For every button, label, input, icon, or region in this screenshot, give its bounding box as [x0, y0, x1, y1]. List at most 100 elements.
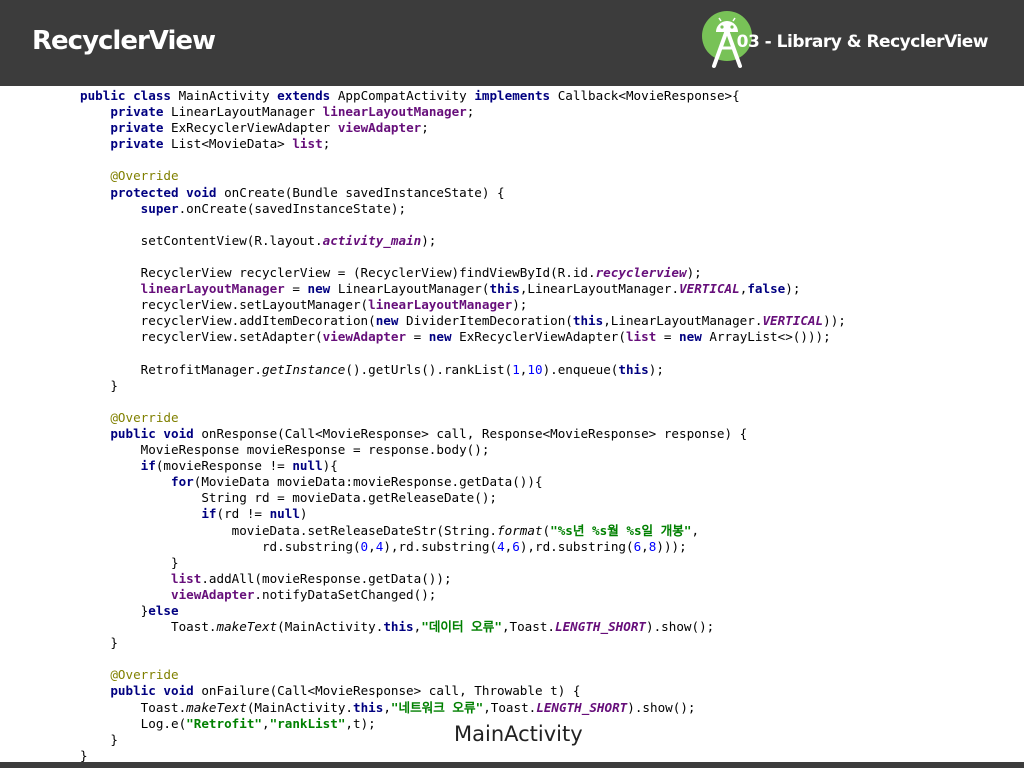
- code-line: linearLayoutManager = new LinearLayoutMa…: [80, 281, 846, 297]
- code-token: ,: [641, 538, 649, 554]
- code-line: recyclerView.setAdapter(viewAdapter = ne…: [80, 329, 846, 345]
- code-token: rd.substring(: [80, 538, 361, 554]
- section-label: 03 - Library & RecyclerView: [736, 32, 989, 52]
- code-token: public class: [80, 88, 179, 103]
- bottom-bar: [0, 762, 1024, 768]
- code-token: if: [201, 506, 217, 522]
- code-token: LENGTH_SHORT: [555, 619, 647, 635]
- code-line: @Override: [80, 168, 846, 184]
- code-token: viewAdapter: [322, 329, 407, 345]
- code-token: ().getUrls().rankList(: [345, 361, 513, 377]
- code-token: onFailure(Call<MovieResponse> call, Thro…: [201, 683, 581, 699]
- code-token: ),rd.substring(: [383, 538, 498, 554]
- code-block: public class MainActivity extends AppCom…: [80, 88, 846, 764]
- code-token: viewAdapter: [171, 586, 255, 602]
- code-token: RecyclerView recyclerView = (RecyclerVie…: [80, 265, 596, 281]
- code-token: Toast.: [80, 619, 217, 635]
- code-line: Toast.makeText(MainActivity.this,"네트워크 오…: [80, 700, 846, 716]
- code-token: ){: [322, 458, 338, 474]
- code-line: public void onFailure(Call<MovieResponse…: [80, 683, 846, 699]
- code-token: this: [618, 361, 649, 377]
- code-token: ,Toast.: [483, 699, 537, 715]
- code-line: }: [80, 378, 846, 394]
- code-token: viewAdapter: [337, 120, 422, 136]
- code-token: recyclerview: [595, 265, 687, 281]
- code-token: getInstance: [261, 361, 346, 377]
- code-token: @Override: [110, 667, 179, 683]
- code-token: String rd = movieData.getReleaseDate();: [80, 490, 498, 506]
- code-token: AppCompatActivity: [337, 88, 475, 103]
- code-token: ,: [383, 699, 391, 715]
- code-line: recyclerView.addItemDecoration(new Divid…: [80, 313, 846, 329]
- code-token: super: [140, 200, 179, 216]
- code-token: ).show();: [646, 619, 715, 635]
- code-token: makeText: [216, 619, 278, 635]
- code-token: ExRecyclerViewAdapter: [171, 120, 338, 136]
- code-line: }else: [80, 603, 846, 619]
- code-token: list: [292, 136, 323, 152]
- code-token: 0: [360, 538, 369, 554]
- code-token: "네트워크 오류": [390, 699, 484, 715]
- code-token: "%s년 %s월 %s일 개봉": [550, 522, 692, 538]
- code-line: rd.substring(0,4),rd.substring(4,6),rd.s…: [80, 539, 846, 555]
- code-token: ,: [691, 522, 700, 538]
- code-line: RecyclerView recyclerView = (RecyclerVie…: [80, 265, 846, 281]
- code-line: protected void onCreate(Bundle savedInst…: [80, 185, 846, 201]
- code-token: (rd !=: [216, 506, 270, 522]
- code-token: .onCreate(savedInstanceState);: [178, 200, 407, 216]
- code-line: if(movieResponse != null){: [80, 458, 846, 474]
- code-line: setContentView(R.layout.activity_main);: [80, 233, 846, 249]
- code-token: list: [171, 570, 202, 586]
- code-token: list: [625, 329, 657, 345]
- code-token: ,LinearLayoutManager.: [519, 281, 680, 297]
- code-token: recyclerView.setLayoutManager(: [80, 297, 369, 313]
- code-token: (: [542, 522, 551, 538]
- code-token: public void: [110, 425, 202, 441]
- code-token: new: [428, 329, 460, 345]
- code-line: private LinearLayoutManager linearLayout…: [80, 104, 846, 120]
- code-token: else: [148, 603, 179, 618]
- code-line: @Override: [80, 667, 846, 683]
- code-token: (movieResponse !=: [155, 458, 293, 474]
- code-token: MainActivity: [178, 88, 278, 103]
- code-token: RetrofitManager.: [80, 361, 262, 377]
- code-token: makeText: [186, 699, 247, 715]
- code-line: public class MainActivity extends AppCom…: [80, 88, 846, 104]
- code-token: onResponse(Call<MovieResponse> call, Res…: [201, 425, 748, 441]
- code-token: if: [140, 458, 156, 474]
- code-token: }: [80, 377, 118, 393]
- code-line: if(rd != null): [80, 506, 846, 522]
- code-token: this: [352, 699, 384, 715]
- code-token: ,: [261, 715, 270, 731]
- code-token: movieData.setReleaseDateStr(String.: [80, 522, 498, 538]
- code-token: )));: [656, 538, 687, 554]
- code-token: .addAll(movieResponse.getData());: [201, 570, 452, 586]
- code-token: );: [512, 297, 528, 313]
- code-token: VERTICAL: [679, 281, 740, 297]
- code-token: recyclerView.setAdapter(: [80, 329, 323, 345]
- code-line: list.addAll(movieResponse.getData());: [80, 571, 846, 587]
- code-token: 4: [497, 538, 505, 554]
- code-token: ExRecyclerViewAdapter(: [459, 329, 626, 345]
- code-token: LinearLayoutManager(: [337, 281, 490, 297]
- code-token: );: [648, 361, 664, 377]
- code-token: @Override: [110, 168, 179, 184]
- code-token: implements: [474, 88, 558, 103]
- code-token: @Override: [110, 409, 179, 425]
- code-token: ));: [823, 313, 846, 329]
- code-token: ,Toast.: [501, 619, 556, 635]
- code-token: Toast.: [80, 699, 187, 715]
- code-token: );: [421, 232, 437, 248]
- code-caption: MainActivity: [452, 722, 585, 746]
- code-token: private: [110, 120, 172, 136]
- code-line: public void onResponse(Call<MovieRespons…: [80, 426, 846, 442]
